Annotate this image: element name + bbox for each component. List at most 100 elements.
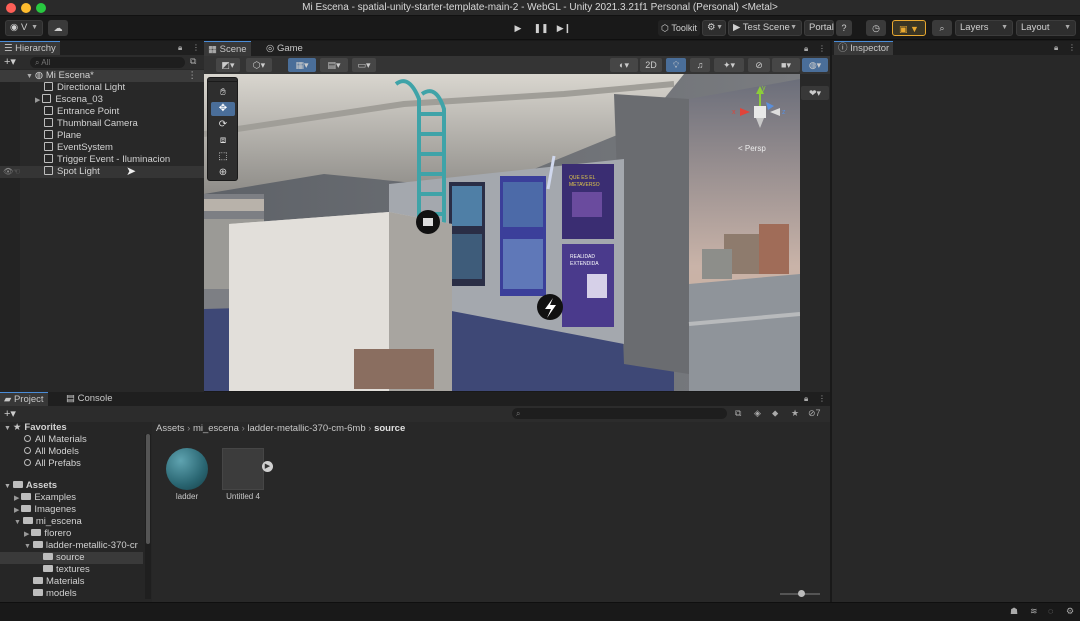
- lighting-toggle[interactable]: 💡︎: [666, 58, 686, 72]
- scene-camera-overlay-button[interactable]: ❤︎▾: [801, 86, 829, 100]
- hierarchy-item-entrance-point[interactable]: Entrance Point: [0, 106, 204, 118]
- expand-play-icon[interactable]: ▶: [262, 461, 273, 472]
- lock-icon[interactable]: 🔒︎: [1054, 43, 1058, 53]
- tree-scrollbar-thumb[interactable]: [146, 434, 150, 544]
- hierarchy-item-plane[interactable]: Plane: [0, 130, 204, 142]
- minimize-window-button[interactable]: [21, 3, 31, 13]
- hierarchy-item-eventsystem[interactable]: EventSystem: [0, 142, 204, 154]
- more-icon[interactable]: ⋮: [1068, 43, 1076, 52]
- asset-ladder[interactable]: ladder: [164, 446, 210, 504]
- network-icon[interactable]: ⚙: [1066, 606, 1074, 617]
- favorite-star-icon[interactable]: ★: [791, 408, 799, 419]
- filter-by-label-icon[interactable]: ⬥: [772, 408, 778, 419]
- hidden-packages-toggle[interactable]: ⊘7: [808, 408, 821, 419]
- favorite-all-prefabs[interactable]: All Prefabs: [24, 458, 81, 470]
- perspective-label[interactable]: < Persp: [738, 144, 766, 153]
- more-icon[interactable]: ⋮: [818, 44, 826, 53]
- more-icon[interactable]: ⋮: [818, 394, 826, 403]
- layers-stack-icon[interactable]: ≋: [1030, 606, 1038, 617]
- effects-toggle[interactable]: ✦▾: [714, 58, 744, 72]
- folder-imagenes[interactable]: ▶ Imagenes: [14, 504, 76, 516]
- orientation-gizmo[interactable]: y x z < Persp: [732, 82, 792, 153]
- shading-mode-button[interactable]: ⬡▾: [246, 58, 272, 72]
- play-button[interactable]: ▶: [508, 20, 528, 36]
- hierarchy-scene-row[interactable]: ▼ ◍ Mi Escena* ⋮: [0, 70, 204, 82]
- help-button[interactable]: ?: [836, 20, 852, 36]
- favorite-all-models[interactable]: All Models: [24, 446, 79, 458]
- folder-mi-escena[interactable]: ▼ mi_escena: [14, 516, 82, 528]
- step-button[interactable]: ▶❙: [554, 20, 574, 36]
- thumbnail-size-slider[interactable]: [780, 590, 820, 597]
- folder-ladder-metallic[interactable]: ▼ ladder-metallic-370-cr: [24, 540, 138, 552]
- scale-tool-button[interactable]: ⧈: [211, 134, 235, 148]
- folder-textures[interactable]: textures: [43, 564, 90, 576]
- breadcrumb-item[interactable]: mi_escena: [193, 423, 239, 434]
- package-updates-button[interactable]: ▣ ▼: [892, 20, 926, 36]
- tab-inspector[interactable]: ⓘ Inspector: [834, 41, 894, 55]
- folder-materials[interactable]: Materials: [33, 576, 85, 588]
- pickable-hand-icon[interactable]: ☜: [13, 166, 20, 178]
- layers-dropdown[interactable]: Layers ▼: [955, 20, 1013, 36]
- tab-console[interactable]: ▤ Console: [62, 392, 116, 406]
- transform-tool-button[interactable]: ⊕: [211, 166, 235, 180]
- rotate-tool-button[interactable]: ⟳: [211, 118, 235, 132]
- tab-project[interactable]: ▰ Project: [0, 392, 48, 406]
- scene-menu-icon[interactable]: ⋮: [188, 70, 198, 82]
- draw-mode-button[interactable]: ◩▾: [216, 58, 240, 72]
- favorite-all-materials[interactable]: All Materials: [24, 434, 87, 446]
- rect-tool-button[interactable]: ⬚: [211, 150, 235, 164]
- hierarchy-item-thumbnail-camera[interactable]: Thumbnail Camera: [0, 118, 204, 130]
- favorites-header[interactable]: ▼ ★ Favorites: [4, 422, 67, 434]
- bug-report-icon[interactable]: ☗: [1010, 606, 1018, 617]
- account-dropdown[interactable]: ◉ V ▼: [5, 20, 43, 36]
- folder-source[interactable]: source: [0, 552, 143, 564]
- filter-by-type-icon[interactable]: ◈: [754, 408, 761, 419]
- slider-thumb[interactable]: [798, 590, 805, 597]
- gizmos-button[interactable]: ◍▾: [802, 58, 828, 72]
- camera-settings-button[interactable]: ■▾: [772, 58, 800, 72]
- hierarchy-item-trigger-event[interactable]: Trigger Event - Iluminacion: [0, 154, 204, 166]
- hierarchy-search-input[interactable]: ⌕ All: [30, 57, 185, 68]
- zoom-window-button[interactable]: [36, 3, 46, 13]
- increment-snap-button[interactable]: ▭▾: [352, 58, 376, 72]
- lock-icon[interactable]: 🔒︎: [804, 44, 808, 54]
- close-window-button[interactable]: [6, 3, 16, 13]
- audio-toggle[interactable]: ♫: [690, 58, 710, 72]
- pause-button[interactable]: ❚❚: [531, 20, 551, 36]
- toggle-2d-button[interactable]: 2D: [640, 58, 662, 72]
- hierarchy-item-directional-light[interactable]: Directional Light: [0, 82, 204, 94]
- hidden-objects-toggle[interactable]: ⊘: [748, 58, 770, 72]
- move-tool-button[interactable]: ✥: [211, 102, 235, 116]
- snap-increment-button[interactable]: ▤▾: [320, 58, 348, 72]
- asset-untitled-4[interactable]: ▶ Untitled 4: [220, 446, 276, 504]
- breadcrumb-item[interactable]: ladder-metallic-370-cm-6mb: [247, 423, 365, 434]
- folder-examples[interactable]: ▶ Examples: [14, 492, 76, 504]
- hand-tool-button[interactable]: ✋︎: [211, 86, 235, 100]
- tool-palette-handle[interactable]: [208, 78, 237, 82]
- grid-snap-button[interactable]: ▦▾: [288, 58, 316, 72]
- search-by-type-icon[interactable]: ⧉: [735, 408, 741, 419]
- search-button[interactable]: ⌕: [932, 20, 952, 36]
- settings-dropdown[interactable]: ⚙ ▼: [702, 20, 726, 36]
- more-icon[interactable]: ⋮: [192, 43, 200, 52]
- test-scene-dropdown[interactable]: ▶ Test Scene ▼: [728, 20, 802, 36]
- toolkit-button[interactable]: ⬡ Toolkit: [658, 20, 700, 36]
- folder-florero[interactable]: ▶ florero: [24, 528, 71, 540]
- add-object-button[interactable]: +▾: [4, 55, 16, 68]
- tab-game[interactable]: ◎ Game: [262, 41, 307, 56]
- tree-scrollbar[interactable]: [145, 434, 151, 599]
- layout-dropdown[interactable]: Layout ▼: [1016, 20, 1076, 36]
- orientation-button[interactable]: ◐▾: [610, 58, 638, 72]
- breadcrumb-item[interactable]: Assets: [156, 423, 185, 434]
- scene-visibility-icon[interactable]: ⧉: [190, 56, 196, 67]
- hierarchy-item-spot-light[interactable]: 👁︎ ☜ Spot Light ➤: [0, 165, 204, 178]
- folder-models[interactable]: models: [33, 588, 77, 600]
- visibility-eye-icon[interactable]: 👁︎: [3, 166, 13, 178]
- scene-viewport[interactable]: QUE ES EL METAVERSO REALIDAD EXTENDIDA ✋…: [204, 74, 800, 391]
- cloud-button[interactable]: ☁: [48, 20, 68, 36]
- assets-header[interactable]: ▼ Assets: [4, 480, 57, 492]
- tab-scene[interactable]: ▦ Scene: [204, 41, 251, 56]
- tab-hierarchy[interactable]: ☰ Hierarchy: [0, 41, 60, 55]
- hierarchy-item-escena-03[interactable]: ▶ Escena_03: [0, 94, 204, 106]
- project-search-input[interactable]: ⌕: [512, 408, 727, 419]
